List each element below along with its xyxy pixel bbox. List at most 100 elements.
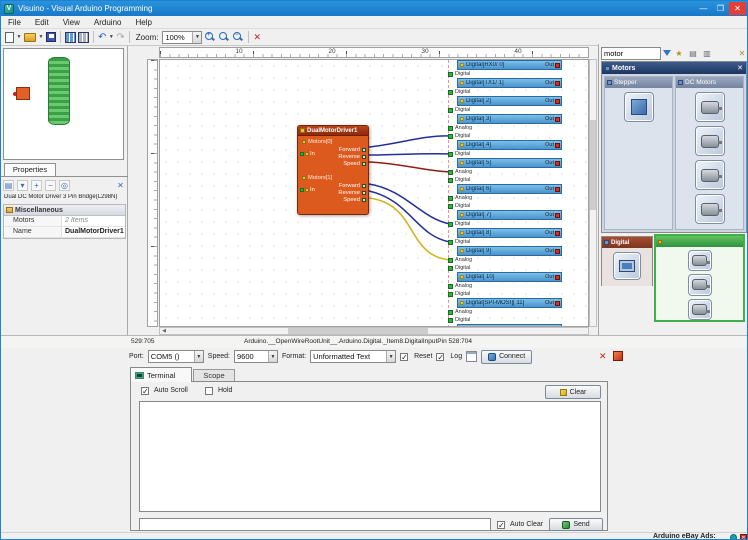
channel-input-pin[interactable]: Digital bbox=[448, 290, 562, 298]
filter-icon[interactable] bbox=[663, 50, 671, 56]
channel-input-pin[interactable]: Digital bbox=[448, 238, 562, 246]
out-pin-connector[interactable] bbox=[555, 143, 560, 148]
new-project-icon[interactable] bbox=[5, 31, 14, 44]
vertical-scrollbar[interactable] bbox=[589, 59, 597, 327]
new-project-dropdown-icon[interactable]: ▼ bbox=[16, 34, 22, 40]
reset-checkbox[interactable] bbox=[400, 353, 408, 361]
input-pin-connector[interactable] bbox=[448, 266, 453, 271]
connect-button[interactable]: Connect bbox=[481, 350, 532, 364]
digital-channel-bar[interactable]: Digital[ 7]Out bbox=[457, 210, 562, 220]
out-pin-connector[interactable] bbox=[555, 213, 560, 218]
zoom-reset-icon[interactable] bbox=[218, 31, 230, 43]
undo-icon[interactable]: ↶ bbox=[98, 31, 106, 44]
channel-input-pin[interactable]: Digital bbox=[448, 70, 562, 78]
category-view-icon[interactable]: ▤ bbox=[687, 47, 699, 59]
zoom-in-icon[interactable]: + bbox=[204, 31, 216, 43]
channel-input-pin[interactable]: Digital bbox=[448, 220, 562, 228]
dc-motors-subcategory-header[interactable]: DC Motors bbox=[676, 77, 743, 88]
channel-input-pin[interactable]: Analog bbox=[448, 282, 562, 290]
send-input[interactable] bbox=[139, 518, 491, 531]
favorites-icon[interactable]: ★ bbox=[673, 47, 685, 59]
out-pin-connector[interactable] bbox=[555, 301, 560, 306]
overview-panel[interactable] bbox=[3, 48, 124, 160]
log-checkbox[interactable] bbox=[436, 353, 444, 361]
tab-terminal[interactable]: Terminal bbox=[130, 367, 192, 382]
log-file-icon[interactable] bbox=[466, 351, 477, 362]
input-pin-connector[interactable] bbox=[448, 126, 453, 131]
board-view-icon[interactable] bbox=[65, 31, 76, 44]
menu-help[interactable]: Help bbox=[128, 18, 158, 27]
ads-close-icon[interactable]: ✕ bbox=[740, 534, 747, 540]
out-pin-connector[interactable] bbox=[555, 275, 560, 280]
input-pin-connector[interactable] bbox=[448, 310, 453, 315]
pin-reverse-0[interactable]: Reverse bbox=[338, 153, 366, 160]
out-pin-connector[interactable] bbox=[555, 249, 560, 254]
tab-properties[interactable]: Properties bbox=[4, 163, 56, 176]
input-pin-connector[interactable] bbox=[448, 170, 453, 175]
menu-file[interactable]: File bbox=[1, 18, 28, 27]
input-pin-connector[interactable] bbox=[448, 318, 453, 323]
zoom-out-icon[interactable]: − bbox=[232, 31, 244, 43]
pin-connector[interactable] bbox=[362, 148, 366, 152]
digital-channel-bar[interactable]: Digital[TX1/ 1]Out bbox=[457, 78, 562, 88]
pin-connector[interactable] bbox=[300, 152, 304, 156]
zoom-dropdown-icon[interactable]: ▼ bbox=[192, 32, 201, 43]
design-canvas[interactable]: Digital[RX0/ 0]Out Digital Digital[TX1/ … bbox=[159, 59, 589, 327]
format-select[interactable]: Unformatted Text▼ bbox=[310, 350, 396, 363]
pin-connector[interactable] bbox=[362, 191, 366, 195]
input-pin-connector[interactable] bbox=[448, 152, 453, 157]
pin-speed-0[interactable]: Speed bbox=[343, 160, 366, 167]
digital-channel-bar[interactable]: Digital[ 4]Out bbox=[457, 140, 562, 150]
hold-checkbox[interactable] bbox=[205, 387, 213, 395]
disconnect-icon[interactable]: ✕ bbox=[599, 351, 607, 362]
maximize-button[interactable]: ❐ bbox=[712, 2, 729, 15]
motor-component-icon[interactable] bbox=[688, 299, 712, 320]
channel-input-pin[interactable]: Digital bbox=[448, 106, 562, 114]
menu-edit[interactable]: Edit bbox=[28, 18, 56, 27]
selected-category-header[interactable] bbox=[656, 236, 743, 247]
pin-forward-0[interactable]: Forward bbox=[339, 146, 366, 153]
motor-component-icon[interactable] bbox=[688, 250, 712, 271]
stop-icon[interactable] bbox=[613, 351, 623, 361]
redo-icon[interactable]: ↷ bbox=[116, 31, 124, 44]
stepper-motor-component-icon[interactable] bbox=[624, 92, 654, 122]
channel-input-pin[interactable]: Digital bbox=[448, 176, 562, 184]
motors-category-header[interactable]: Motors ✕ bbox=[602, 62, 746, 74]
component-header[interactable]: DualMotorDriver1 bbox=[298, 126, 368, 136]
channel-input-pin[interactable]: Digital bbox=[448, 132, 562, 140]
delete-icon[interactable]: ✕ bbox=[253, 31, 261, 44]
input-pin-connector[interactable] bbox=[448, 258, 453, 263]
digital-channel-bar[interactable]: Digital[ 5]Out bbox=[457, 158, 562, 168]
board-view-alt-icon[interactable] bbox=[78, 31, 89, 44]
dropdown-icon[interactable]: ▼ bbox=[194, 351, 203, 362]
channel-input-pin[interactable]: Digital bbox=[448, 150, 562, 158]
channel-input-pin[interactable]: Digital bbox=[448, 202, 562, 210]
out-pin-connector[interactable] bbox=[555, 99, 560, 104]
horizontal-scrollbar[interactable]: ◀ bbox=[159, 327, 589, 335]
property-row-motors[interactable]: Motors 2 Items bbox=[4, 216, 125, 227]
open-project-icon[interactable] bbox=[24, 31, 36, 44]
input-pin-connector[interactable] bbox=[448, 292, 453, 297]
pin-connector[interactable] bbox=[362, 162, 366, 166]
send-button[interactable]: Send bbox=[549, 518, 603, 531]
sort-icon[interactable]: ▾ bbox=[17, 180, 28, 191]
digital-channel-bar[interactable]: Digital[ 8]Out bbox=[457, 228, 562, 238]
channel-input-pin[interactable]: Analog bbox=[448, 124, 562, 132]
terminal-output[interactable] bbox=[139, 401, 601, 512]
input-pin-connector[interactable] bbox=[448, 196, 453, 201]
out-pin-connector[interactable] bbox=[555, 231, 560, 236]
dropdown-icon[interactable]: ▼ bbox=[268, 351, 277, 362]
input-pin-connector[interactable] bbox=[448, 284, 453, 289]
find-property-icon[interactable]: ◎ bbox=[59, 180, 70, 191]
channel-input-pin[interactable]: Digital bbox=[448, 264, 562, 272]
input-pin-connector[interactable] bbox=[448, 90, 453, 95]
channel-input-pin[interactable]: Digital bbox=[448, 316, 562, 324]
stepper-subcategory-header[interactable]: Stepper bbox=[605, 77, 672, 88]
digital-channel-bar[interactable]: Digital[SPI-MOSI][ 11]Out bbox=[457, 298, 562, 308]
dual-motor-driver-component[interactable]: DualMotorDriver1 Motors[0] Forward Rever… bbox=[297, 125, 369, 215]
out-pin-connector[interactable] bbox=[555, 63, 560, 68]
channel-input-pin[interactable]: Analog bbox=[448, 256, 562, 264]
ads-link-icon[interactable] bbox=[730, 534, 737, 540]
component-search-input[interactable] bbox=[601, 47, 661, 60]
out-pin-connector[interactable] bbox=[555, 81, 560, 86]
